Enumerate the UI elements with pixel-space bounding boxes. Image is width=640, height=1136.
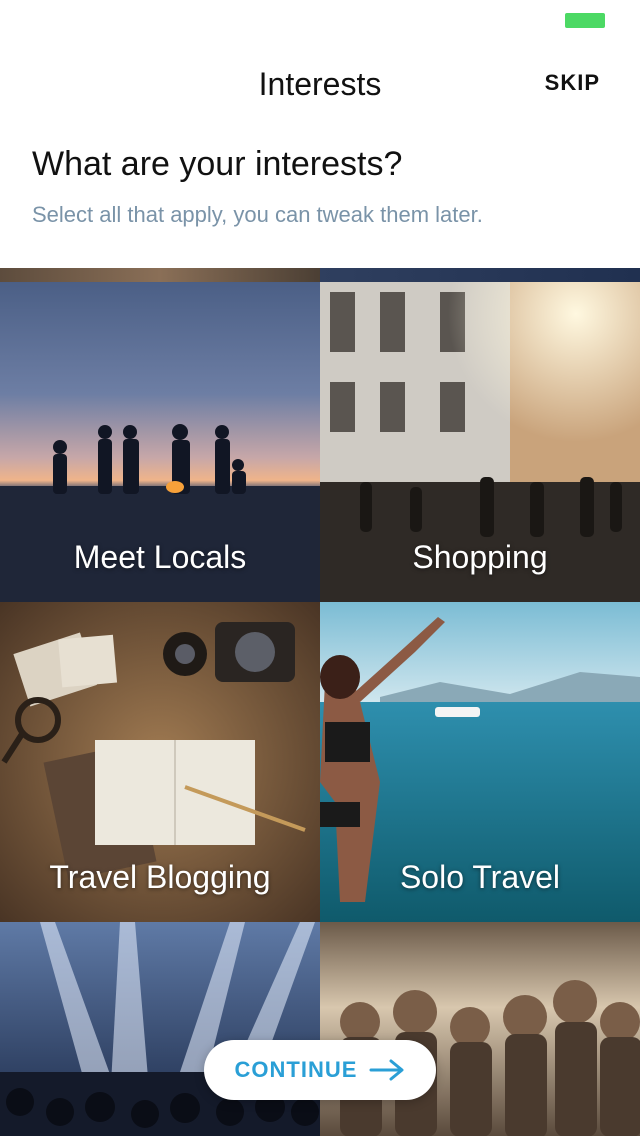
headline: What are your interests?: [32, 145, 403, 183]
header: What are your interests? Select all that…: [32, 140, 608, 230]
nav-bar: Interests SKIP: [0, 40, 640, 130]
arrow-right-icon: [369, 1059, 404, 1081]
tile-label: Travel Blogging: [49, 859, 271, 895]
battery-icon: [565, 13, 605, 28]
grid-top-strip: [0, 268, 640, 282]
continue-button[interactable]: CONTINUE: [204, 1040, 436, 1100]
tile-label: Meet Locals: [73, 539, 247, 575]
skip-button[interactable]: SKIP: [545, 70, 600, 96]
status-bar: [0, 0, 640, 40]
interest-tile-concert[interactable]: [0, 922, 320, 1136]
interest-tile-solo-travel[interactable]: Solo Travel: [320, 602, 640, 922]
interest-tile-festival[interactable]: [320, 922, 640, 1136]
interest-tile-shopping[interactable]: Shopping: [320, 282, 640, 602]
tile-label: Shopping: [412, 539, 548, 575]
tile-label: Solo Travel: [399, 859, 561, 895]
continue-label: CONTINUE: [234, 1057, 358, 1082]
strip-image-left: [0, 268, 320, 282]
festival-crowd-image: [320, 922, 640, 1136]
subheadline: Select all that apply, you can tweak the…: [32, 202, 483, 227]
interest-tile-meet-locals[interactable]: Meet Locals: [0, 282, 320, 602]
interest-tile-travel-blogging[interactable]: Travel Blogging: [0, 602, 320, 922]
concert-lights-image: [0, 922, 320, 1136]
strip-image-right: [320, 268, 640, 282]
